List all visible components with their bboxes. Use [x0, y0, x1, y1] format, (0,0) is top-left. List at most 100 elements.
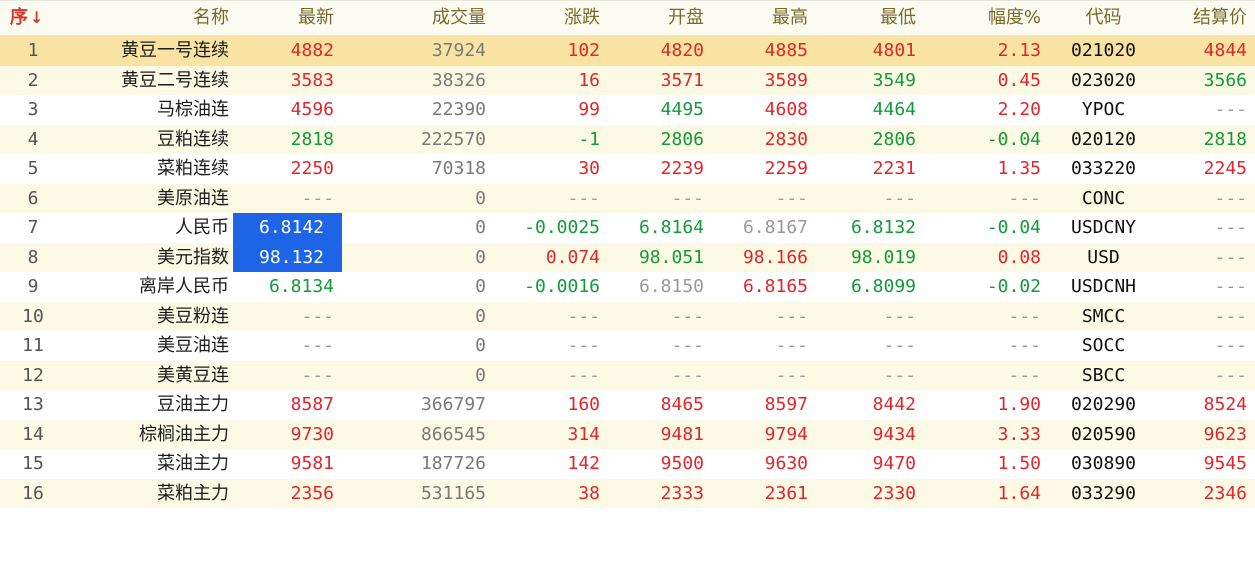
cell-amplitude: -0.04 — [986, 217, 1041, 238]
cell-name: 人民币 — [175, 217, 229, 238]
table-body: 1 黄豆一号连续 4882 37924 102 4820 4885 4801 2.13 02102… — [0, 36, 1255, 508]
table-row[interactable]: 1 黄豆一号连续 4882 37924 102 4820 4885 4801 2.13 02102… — [0, 36, 1255, 66]
column-header-low[interactable]: 最低 — [816, 1, 924, 35]
cell-settle: --- — [1214, 99, 1247, 120]
cell-change: 0.074 — [545, 246, 600, 268]
cell-name: 豆粕连续 — [157, 128, 229, 150]
cell-last: --- — [301, 364, 334, 386]
cell-settle: --- — [1214, 276, 1247, 297]
cell-code: CONC — [1081, 187, 1126, 209]
cell-last: 98.132 — [233, 242, 342, 272]
cell-name: 美豆油连 — [157, 335, 229, 356]
cell-code: 020590 — [1070, 423, 1137, 445]
cell-seq: 14 — [22, 423, 44, 445]
cell-low: --- — [883, 305, 916, 327]
cell-settle: 2245 — [1203, 158, 1247, 179]
column-header-code[interactable]: 代码 — [1049, 1, 1158, 35]
cell-last: --- — [301, 187, 334, 209]
column-header-settle[interactable]: 结算价 — [1158, 1, 1255, 35]
cell-high: 2259 — [764, 158, 808, 179]
cell-code: 021020 — [1070, 40, 1137, 61]
cell-low: 9434 — [872, 423, 916, 445]
cell-amplitude: --- — [1008, 187, 1041, 209]
table-row[interactable]: 12 美黄豆连 --- 0 --- --- --- --- --- SBCC --- — [0, 360, 1255, 390]
table-row[interactable]: 16 菜粕主力 2356 531165 38 2333 2361 2330 1.64 033290… — [0, 478, 1255, 508]
column-header-seq[interactable]: 序 ↓ — [0, 1, 66, 35]
table-row[interactable]: 13 豆油主力 8587 366797 160 8465 8597 8442 1.90 02029… — [0, 390, 1255, 420]
sort-down-arrow-icon: ↓ — [30, 8, 44, 27]
column-header-change[interactable]: 涨跌 — [494, 1, 608, 35]
table-row[interactable]: 3 马棕油连 4596 22390 99 4495 4608 4464 2.20 YPOC --- — [0, 95, 1255, 125]
cell-high: 4608 — [764, 99, 808, 120]
cell-high: 6.8165 — [742, 276, 808, 297]
cell-high: --- — [775, 305, 808, 327]
cell-low: 4801 — [872, 40, 916, 61]
cell-low: 2231 — [872, 158, 916, 179]
cell-settle: --- — [1214, 305, 1247, 327]
cell-code: YPOC — [1081, 99, 1126, 120]
cell-seq: 16 — [22, 482, 44, 504]
cell-seq: 9 — [27, 276, 39, 297]
cell-name: 离岸人民币 — [139, 276, 229, 297]
cell-change: 314 — [567, 423, 600, 445]
cell-last: --- — [301, 335, 334, 356]
table-row[interactable]: 10 美豆粉连 --- 0 --- --- --- --- --- SMCC --- — [0, 301, 1255, 331]
table-row[interactable]: 4 豆粕连续 2818 222570 -1 2806 2830 2806 -0.04 020120… — [0, 124, 1255, 154]
cell-change: 142 — [567, 453, 600, 474]
table-row[interactable]: 15 菜油主力 9581 187726 142 9500 9630 9470 1.50 03089… — [0, 449, 1255, 479]
cell-change: --- — [567, 335, 600, 356]
cell-low: 98.019 — [850, 246, 916, 268]
cell-last: 9581 — [290, 453, 334, 474]
column-header-high[interactable]: 最高 — [712, 1, 816, 35]
cell-low: 8442 — [872, 394, 916, 415]
table-row[interactable]: 8 美元指数 98.132 0 0.074 98.051 98.166 98.019 0.08 U… — [0, 242, 1255, 272]
cell-code: SMCC — [1081, 305, 1126, 327]
table-row[interactable]: 14 棕榈油主力 9730 866545 314 9481 9794 9434 3.33 0205… — [0, 419, 1255, 449]
table-row[interactable]: 2 黄豆二号连续 3583 38326 16 3571 3589 3549 0.45 023020… — [0, 65, 1255, 95]
cell-seq: 2 — [27, 69, 39, 91]
cell-last: 3583 — [290, 69, 334, 91]
cell-name: 豆油主力 — [157, 394, 229, 415]
column-header-amplitude[interactable]: 幅度% — [924, 1, 1049, 35]
table-header: 序 ↓ 名称 最新 成交量 涨跌 开盘 最高 最低 幅度% 代码 结算价 — [0, 0, 1255, 36]
cell-change: 38 — [578, 482, 600, 504]
cell-settle: 9545 — [1203, 453, 1247, 474]
cell-high: 9794 — [764, 423, 808, 445]
table-row[interactable]: 9 离岸人民币 6.8134 0 -0.0016 6.8150 6.8165 6.8099 -0… — [0, 272, 1255, 302]
cell-high: 3589 — [764, 69, 808, 91]
table-row[interactable]: 5 菜粕连续 2250 70318 30 2239 2259 2231 1.35 033220 22… — [0, 154, 1255, 184]
cell-change: -0.0025 — [524, 217, 600, 238]
cell-amplitude: 2.13 — [997, 40, 1041, 61]
cell-change: 99 — [578, 99, 600, 120]
cell-amplitude: 1.35 — [997, 158, 1041, 179]
column-header-volume[interactable]: 成交量 — [342, 1, 494, 35]
cell-name: 美元指数 — [157, 246, 229, 268]
cell-seq: 8 — [27, 246, 39, 268]
cell-volume: 0 — [475, 335, 486, 356]
cell-name: 菜粕主力 — [157, 482, 229, 504]
cell-open: 6.8164 — [638, 217, 704, 238]
cell-high: 2830 — [764, 128, 808, 150]
cell-amplitude: -0.04 — [986, 128, 1041, 150]
cell-volume: 0 — [475, 246, 486, 268]
cell-seq: 5 — [27, 158, 39, 179]
column-header-open[interactable]: 开盘 — [608, 1, 712, 35]
cell-seq: 1 — [27, 40, 39, 61]
cell-volume: 0 — [475, 217, 486, 238]
cell-low: 2330 — [872, 482, 916, 504]
cell-amplitude: -0.02 — [986, 276, 1041, 297]
column-header-last[interactable]: 最新 — [233, 1, 342, 35]
cell-name: 菜粕连续 — [157, 158, 229, 179]
table-row[interactable]: 6 美原油连 --- 0 --- --- --- --- --- CONC --- — [0, 183, 1255, 213]
cell-low: --- — [883, 364, 916, 386]
cell-low: 2806 — [872, 128, 916, 150]
cell-open: 2239 — [660, 158, 704, 179]
cell-seq: 15 — [22, 453, 44, 474]
cell-change: --- — [567, 305, 600, 327]
cell-volume: 0 — [475, 187, 486, 209]
table-row[interactable]: 11 美豆油连 --- 0 --- --- --- --- --- SOCC --- — [0, 331, 1255, 361]
table-row[interactable]: 7 人民币 6.8142 0 -0.0025 6.8164 6.8167 6.8132 -0.0… — [0, 213, 1255, 243]
cell-seq: 3 — [27, 99, 39, 120]
cell-last: 4882 — [290, 40, 334, 61]
column-header-name[interactable]: 名称 — [66, 1, 233, 35]
